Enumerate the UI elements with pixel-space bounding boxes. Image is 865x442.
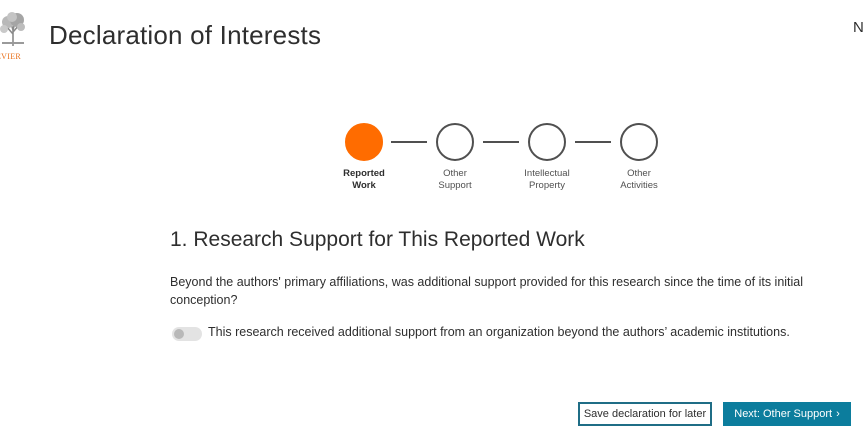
step-reported-work-label: Reported Work xyxy=(343,168,385,191)
save-for-later-button[interactable]: Save declaration for later xyxy=(578,402,712,426)
additional-support-toggle-label[interactable]: This research received additional suppor… xyxy=(208,325,790,339)
chevron-right-icon: › xyxy=(836,408,840,420)
question-text: Beyond the authors' primary affiliations… xyxy=(170,275,804,307)
step-connector xyxy=(391,141,427,143)
step-other-activities-label: Other Activities xyxy=(620,168,658,191)
step-other-activities-circle[interactable] xyxy=(620,123,658,161)
progress-stepper: Reported Work Other Support Intellectual… xyxy=(0,0,865,200)
step-intellectual-property-label: Intellectual Property xyxy=(524,168,570,191)
step-other-support-label: Other Support xyxy=(438,168,472,191)
next-button-label: Next: Other Support xyxy=(734,408,833,420)
step-other-support-circle[interactable] xyxy=(436,123,474,161)
toggle-knob xyxy=(174,329,184,339)
next-button[interactable]: Next: Other Support › xyxy=(723,402,851,426)
step-connector xyxy=(483,141,519,143)
step-reported-work-circle[interactable] xyxy=(345,123,383,161)
step-intellectual-property-circle[interactable] xyxy=(528,123,566,161)
section-title: 1. Research Support for This Reported Wo… xyxy=(170,228,585,251)
step-connector xyxy=(575,141,611,143)
additional-support-toggle[interactable] xyxy=(172,327,202,341)
